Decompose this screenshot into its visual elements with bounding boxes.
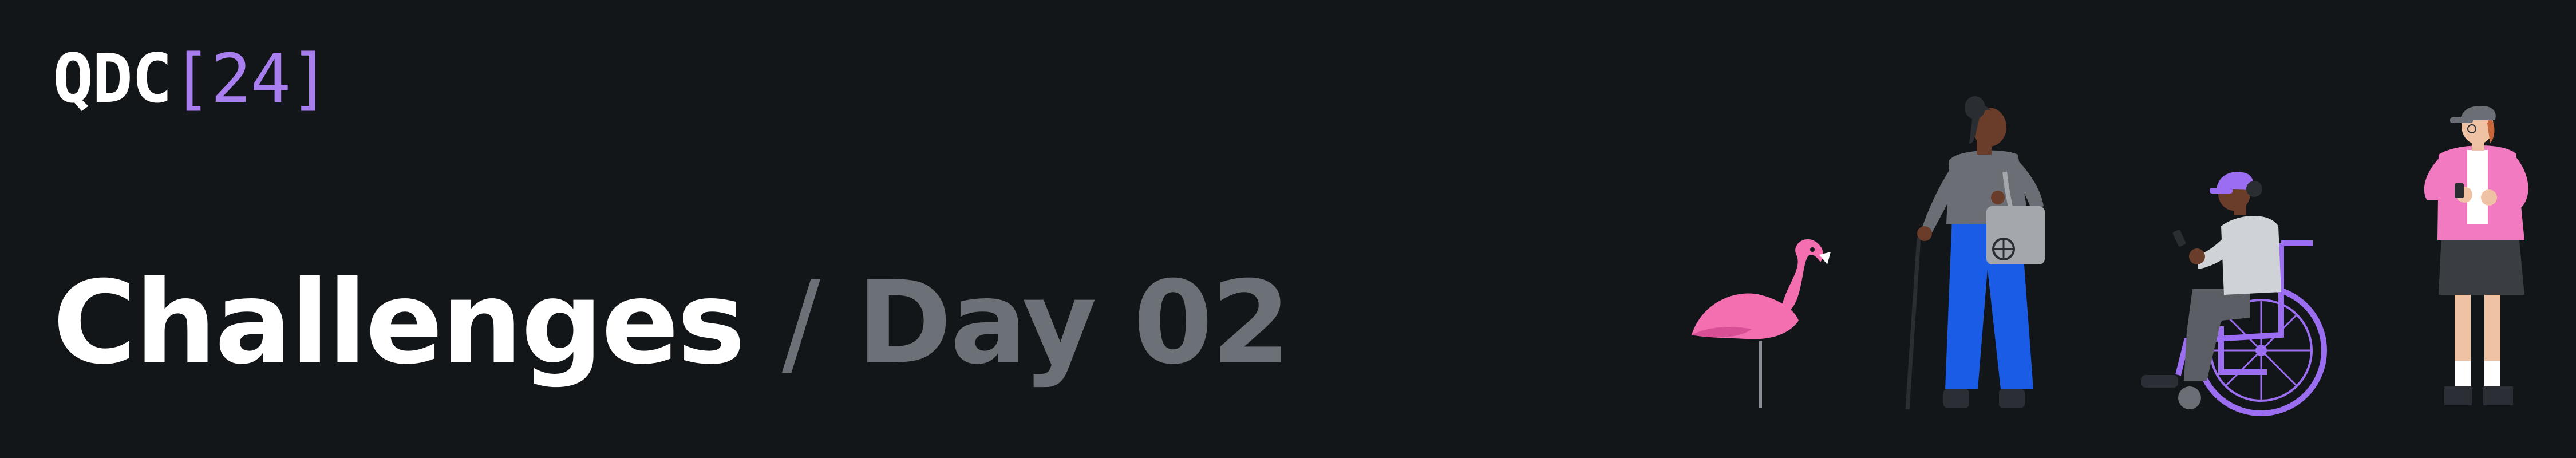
person-with-phone-icon <box>2424 106 2528 405</box>
person-in-wheelchair-icon <box>2141 172 2327 416</box>
challenge-banner: QDC[24] Challenges / Day 02 <box>0 0 2576 458</box>
person-with-cane-icon <box>1905 96 2045 410</box>
flamingo-icon <box>1692 239 1831 408</box>
people-illustration <box>1692 96 2528 416</box>
